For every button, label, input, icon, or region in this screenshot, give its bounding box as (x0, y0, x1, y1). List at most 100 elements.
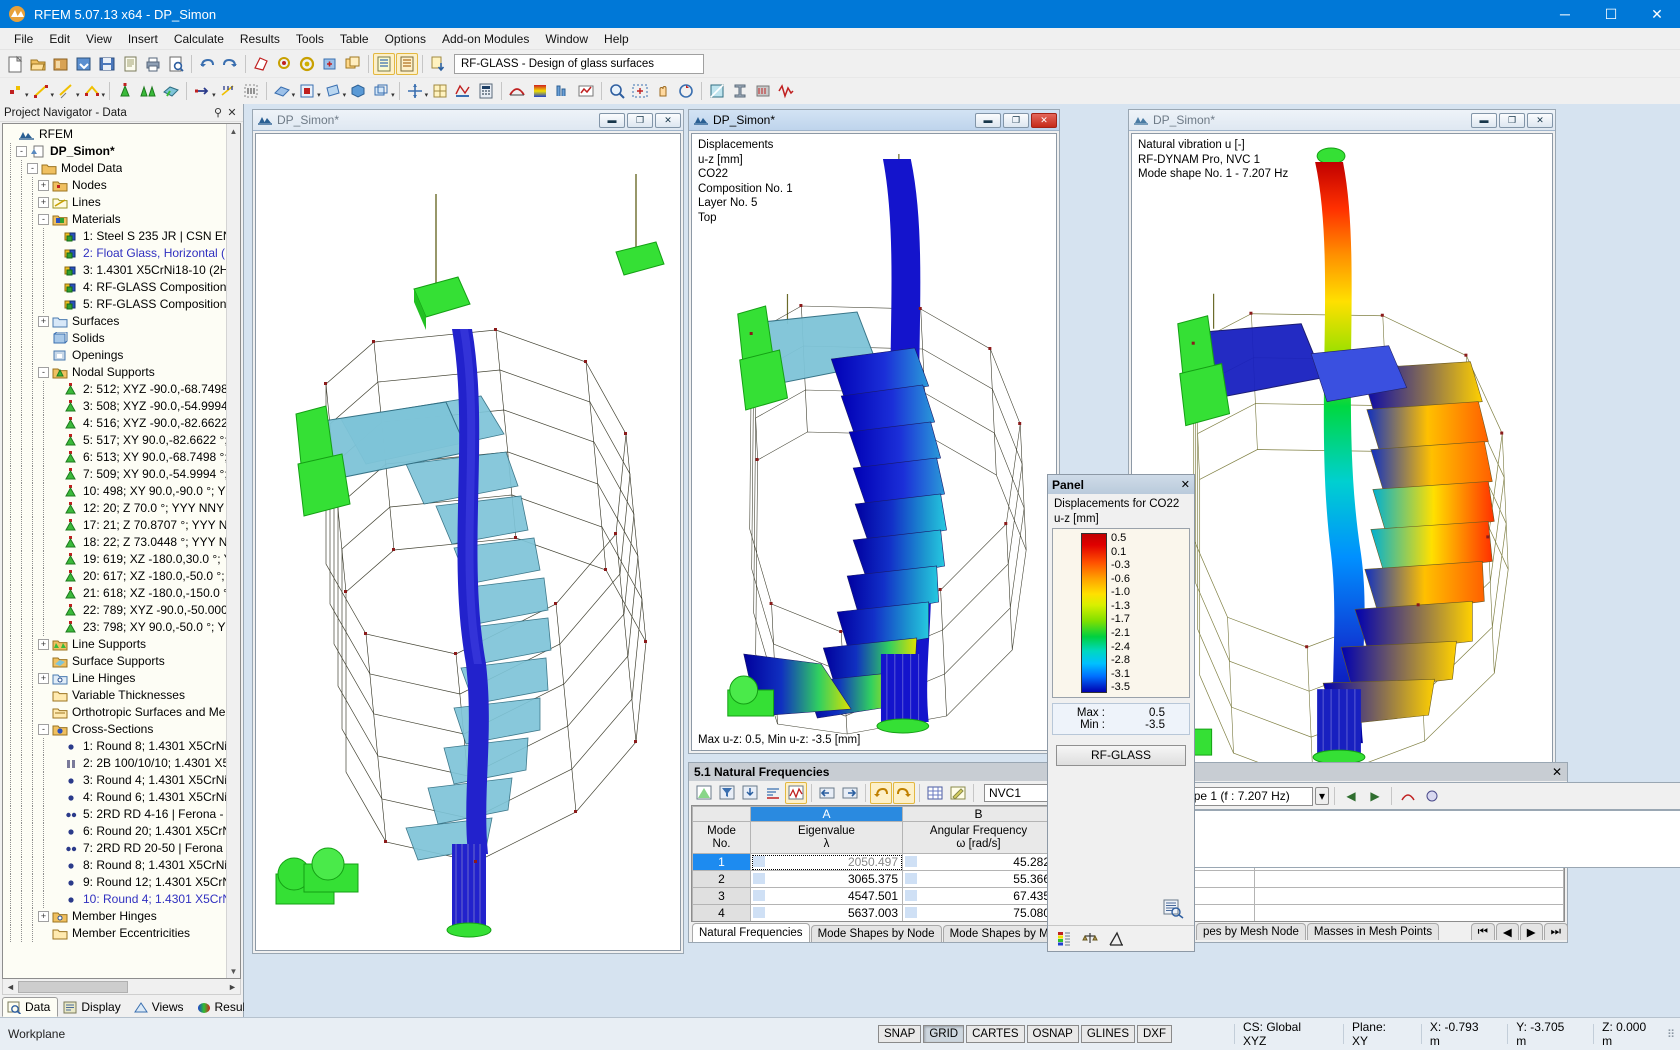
viewport-minimize-button[interactable]: ▬ (975, 112, 1001, 128)
tree-item-line-hinges[interactable]: + Line Hinges (5, 670, 226, 687)
color-scale-icon[interactable] (1056, 931, 1072, 947)
rf-glass-button[interactable]: RF-GLASS (1056, 744, 1186, 766)
cell-eigenvalue[interactable]: 3065.375 (750, 870, 903, 888)
tree-item-20-617-xz-180-0-50-0[interactable]: 20: 617; XZ -180.0,-50.0 °; (5, 568, 226, 585)
table-graph-icon[interactable] (785, 782, 807, 804)
addon-module-label[interactable]: RF-GLASS - Design of glass surfaces (454, 53, 704, 74)
select-special-icon[interactable] (296, 53, 318, 75)
table-nav-first-button[interactable]: ⏮ (1470, 923, 1495, 940)
tree-item-lines[interactable]: + Lines (5, 194, 226, 211)
mode-shape-result-list[interactable]: ▲▼ (1128, 810, 1680, 868)
tree-expander-icon[interactable]: + (38, 673, 49, 684)
table-next-page-icon[interactable] (839, 782, 861, 804)
navigator-tree[interactable]: RFEM - DP_Simon* - Model Data + Nodes + Lines - Ma… (3, 124, 226, 978)
table-import-icon[interactable] (739, 782, 761, 804)
tree-item-4-516-xyz-90-0-82-6622[interactable]: 4: 516; XYZ -90.0,-82.6622, (5, 415, 226, 432)
animate-icon[interactable] (1397, 785, 1419, 807)
new-line-dimension-icon[interactable] (55, 80, 77, 102)
navigator-vertical-scrollbar[interactable]: ▲ ▼ (226, 124, 240, 978)
tree-expander-icon[interactable]: + (38, 180, 49, 191)
window-close-button[interactable]: ✕ (1634, 0, 1680, 28)
viewport-minimize-button[interactable]: ▬ (1471, 112, 1497, 128)
steel-design-icon[interactable] (729, 80, 751, 102)
menu-item-results[interactable]: Results (232, 30, 288, 48)
cell-angular-frequency[interactable]: 75.080 (902, 904, 1055, 921)
tree-item-2-2b-100-10-10-1-4301-x5[interactable]: 2: 2B 100/10/10; 1.4301 X5 (5, 755, 226, 772)
navigator-tab-views[interactable]: Views (129, 997, 192, 1017)
section-icon[interactable] (1108, 931, 1124, 947)
viewport-restore-button[interactable]: ❐ (1003, 112, 1029, 128)
result-members-icon[interactable] (552, 80, 574, 102)
table-settings-icon[interactable] (924, 782, 946, 804)
viewport-title-bar[interactable]: DP_Simon* ▬ ❐ ✕ (253, 110, 683, 131)
table-nav-prev-button[interactable]: ◀ (1495, 923, 1519, 940)
tree-item-3-1-4301-x5crni18-10-2h[interactable]: 3: 1.4301 X5CrNi18-10 (2H (5, 262, 226, 279)
tree-item-3-508-xyz-90-0-54-9994[interactable]: 3: 508; XYZ -90.0,-54.9994, (5, 398, 226, 415)
status-toggle-glines[interactable]: GLINES (1080, 1025, 1135, 1043)
tree-item-5-rf-glass-composition[interactable]: 5: RF-GLASS Composition (5, 296, 226, 313)
zoom-window-icon[interactable] (606, 80, 628, 102)
scroll-up-icon[interactable]: ▲ (227, 124, 240, 138)
cell-angular-frequency[interactable]: 67.435 (902, 887, 1055, 905)
mode-shape-prev-icon[interactable]: ◀ (1340, 785, 1362, 807)
pan-icon[interactable] (652, 80, 674, 102)
mesh-refine-icon[interactable] (429, 80, 451, 102)
table-filter-icon[interactable] (716, 782, 738, 804)
print-icon[interactable] (142, 53, 164, 75)
tree-item-23-798-xy-90-0-50-0-yy[interactable]: 23: 798; XY 90.0,-50.0 °; YY (5, 619, 226, 636)
rendering-icon[interactable] (250, 53, 272, 75)
addon-module-launch-icon[interactable] (427, 53, 449, 75)
rotate-view-icon[interactable] (675, 80, 697, 102)
menu-item-view[interactable]: View (78, 30, 120, 48)
tree-item-19-619-xz-180-0-30-0-y[interactable]: 19: 619; XZ -180.0,30.0 °; Y (5, 551, 226, 568)
cell-eigenvalue[interactable]: 4547.501 (750, 887, 903, 905)
status-toggle-cartes[interactable]: CARTES (966, 1025, 1025, 1043)
menu-item-addon-modules[interactable]: Add-on Modules (434, 30, 537, 48)
menu-item-help[interactable]: Help (596, 30, 637, 48)
menu-item-window[interactable]: Window (537, 30, 596, 48)
tree-expander-icon[interactable]: - (38, 367, 49, 378)
viewport-canvas[interactable] (255, 133, 681, 951)
results-panel[interactable]: Panel ✕ Displacements for CO22 u-z [mm] … (1047, 474, 1195, 952)
tree-item-member-eccentricities[interactable]: Member Eccentricities (5, 925, 226, 942)
menu-item-file[interactable]: File (6, 30, 41, 48)
select-object-icon[interactable] (273, 53, 295, 75)
tree-item-dp-simon[interactable]: - DP_Simon* (5, 143, 226, 160)
tree-expander-icon[interactable]: - (38, 724, 49, 735)
tree-item-1-steel-s-235-jr-csn-en[interactable]: 1: Steel S 235 JR | CSN EN (5, 228, 226, 245)
tree-item-nodal-supports[interactable]: - Nodal Supports (5, 364, 226, 381)
tree-item-7-509-xy-90-0-54-9994[interactable]: 7: 509; XY 90.0,-54.9994 °; (5, 466, 226, 483)
tree-item-21-618-xz-180-0-150-0[interactable]: 21: 618; XZ -180.0,-150.0 ° (5, 585, 226, 602)
window-minimize-button[interactable]: ─ (1542, 0, 1588, 28)
tree-item-7-2rd-rd-20-50-ferona[interactable]: 7: 2RD RD 20-50 | Ferona - (5, 840, 226, 857)
tree-expander-icon[interactable]: + (38, 197, 49, 208)
copy-window-icon[interactable] (342, 53, 364, 75)
redo-icon[interactable] (219, 53, 241, 75)
panel-detail-icon[interactable] (1162, 899, 1184, 919)
cell-mode-no[interactable]: 1 (692, 853, 751, 871)
table-sort-icon[interactable] (762, 782, 784, 804)
surface-load-icon[interactable] (240, 80, 262, 102)
new-surface-support-icon[interactable] (160, 80, 182, 102)
tree-item-18-22-z-73-0448-yyy-nn[interactable]: 18: 22; Z 73.0448 °; YYY NN (5, 534, 226, 551)
navigator-horizontal-scrollbar[interactable]: ◄ ► (2, 979, 241, 995)
add-view-icon[interactable] (319, 53, 341, 75)
tree-item-9-round-12-1-4301-x5crn[interactable]: 9: Round 12; 1.4301 X5CrN (5, 874, 226, 891)
menu-item-insert[interactable]: Insert (120, 30, 166, 48)
column-letter-a[interactable]: A (750, 806, 903, 822)
perspective-icon[interactable] (322, 80, 344, 102)
tree-item-12-20-z-70-0-yyy-nny[interactable]: 12: 20; Z 70.0 °; YYY NNY (5, 500, 226, 517)
pin-icon[interactable]: ⚲ (211, 106, 225, 119)
tree-item-1-round-8-1-4301-x5crni[interactable]: 1: Round 8; 1.4301 X5CrNi (5, 738, 226, 755)
menu-item-tools[interactable]: Tools (288, 30, 332, 48)
tree-item-surfaces[interactable]: + Surfaces (5, 313, 226, 330)
render-model-icon[interactable] (271, 80, 293, 102)
tree-item-nodes[interactable]: + Nodes (5, 177, 226, 194)
table-export-icon[interactable] (693, 782, 715, 804)
mode-shape-dropdown-icon[interactable]: ▾ (1315, 787, 1329, 805)
cell-angular-frequency[interactable]: 45.282 (902, 853, 1055, 871)
tree-item-openings[interactable]: Openings (5, 347, 226, 364)
tree-expander-icon[interactable]: - (38, 214, 49, 225)
tree-item-rfem[interactable]: RFEM (5, 126, 226, 143)
mass-icon[interactable] (1421, 785, 1443, 807)
